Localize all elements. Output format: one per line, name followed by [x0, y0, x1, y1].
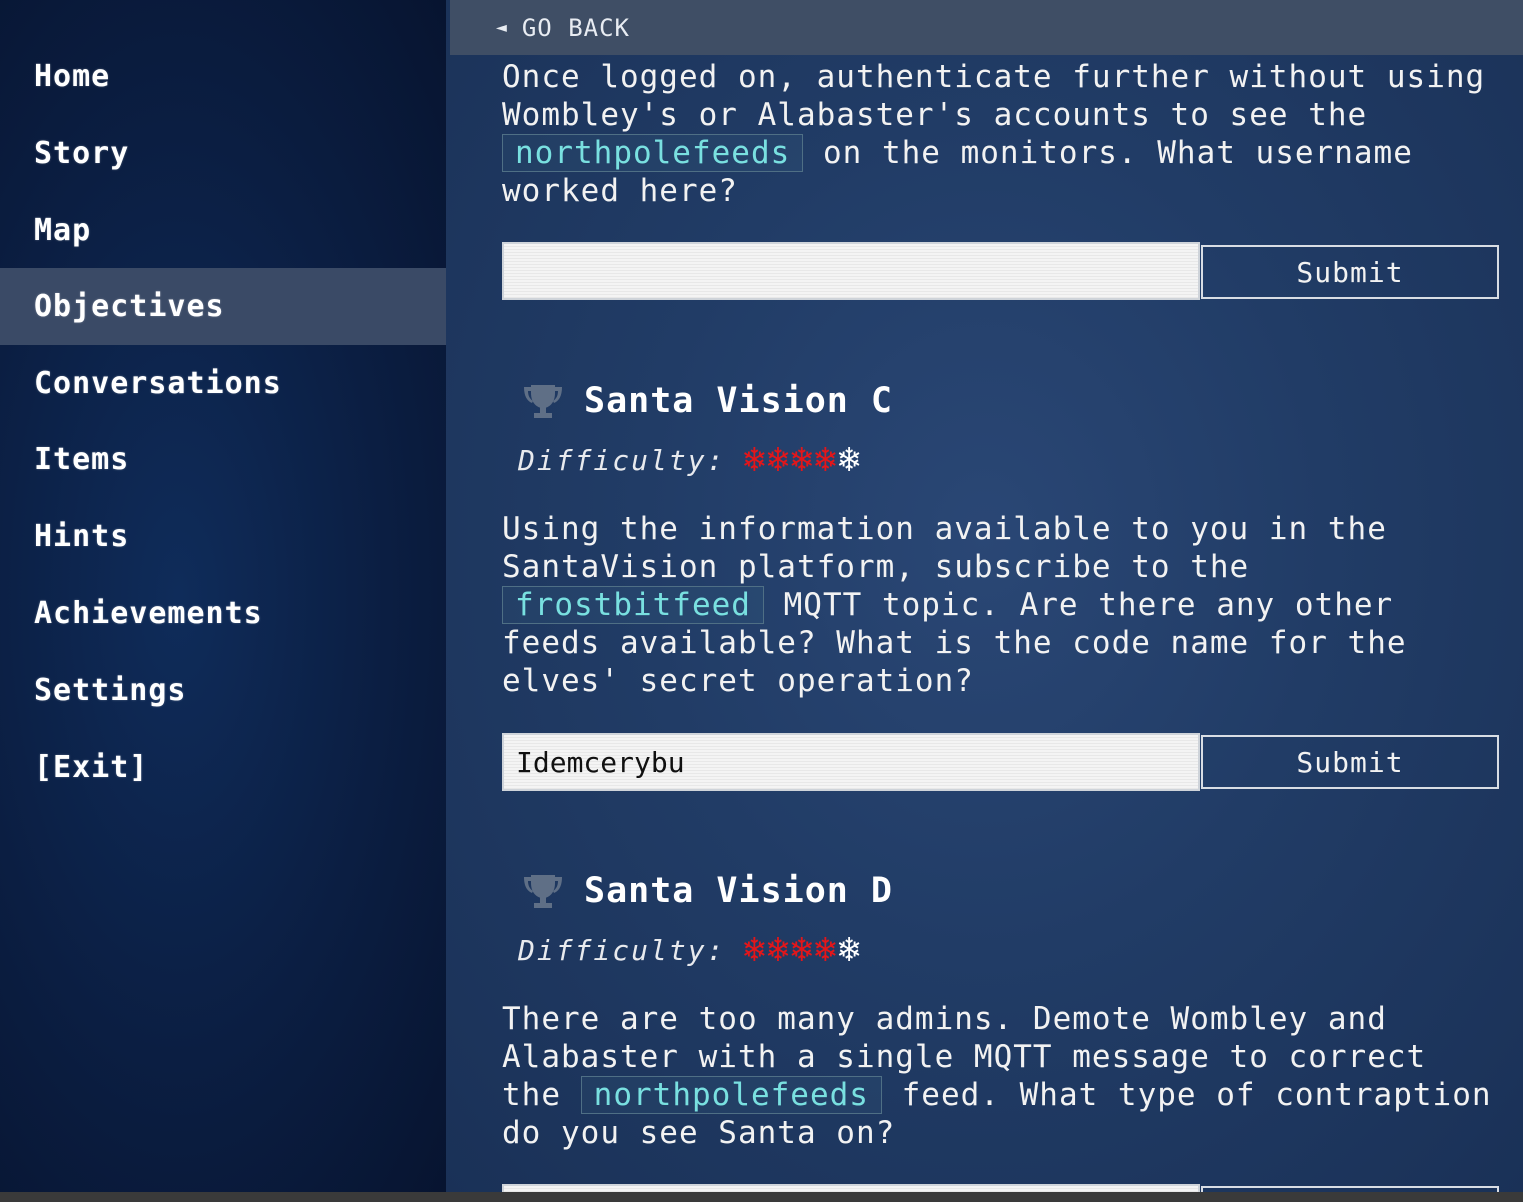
snowflake-icon: ❄ [814, 929, 839, 970]
difficulty-label: Difficulty: [518, 933, 726, 967]
objective-c-answer-input[interactable] [502, 733, 1200, 791]
sidebar-item-label: Settings [34, 673, 187, 708]
sidebar-item-items[interactable]: Items [0, 421, 446, 498]
submit-label: Submit [1296, 255, 1404, 289]
objective-d-title: Santa Vision D [584, 871, 894, 911]
sidebar-item-label: Map [34, 213, 92, 248]
snowflake-icon: ❄ [838, 439, 862, 480]
objective-c-difficulty: Difficulty: ❄ ❄ ❄ ❄ ❄ [518, 440, 862, 480]
objective-b-description: Once logged on, authenticate further wit… [502, 58, 1502, 210]
objective-c-header: Santa Vision C [522, 376, 893, 426]
snowflake-icon: ❄ [838, 929, 862, 970]
sidebar: Home Story Map Objectives Conversations … [0, 0, 446, 1192]
submit-label: Submit [1296, 745, 1404, 779]
difficulty-label: Difficulty: [518, 443, 726, 477]
difficulty-rating: ❄ ❄ ❄ ❄ ❄ [743, 932, 861, 968]
objective-d-answer-input[interactable] [502, 1184, 1200, 1192]
sidebar-item-objectives[interactable]: Objectives [0, 268, 446, 345]
sidebar-item-conversations[interactable]: Conversations [0, 345, 446, 422]
sidebar-item-label: Objectives [34, 289, 225, 324]
trophy-icon [524, 385, 562, 418]
left-triangle-icon: ◄ [496, 17, 508, 38]
objective-b-submit-button[interactable]: Submit [1201, 245, 1499, 299]
sidebar-item-label: [Exit] [34, 750, 149, 785]
objective-c-code: frostbitfeed [502, 586, 764, 624]
snowflake-icon: ❄ [743, 439, 768, 480]
objective-c-text: Using the information available to you i… [502, 511, 1387, 585]
snowflake-icon: ❄ [814, 439, 839, 480]
snowflake-icon: ❄ [767, 439, 791, 480]
objectives-panel: ◄ GO BACK Once logged on, authenticate f… [446, 0, 1523, 1192]
objective-b-text: Once logged on, authenticate further wit… [502, 59, 1486, 133]
objective-d-difficulty: Difficulty: ❄ ❄ ❄ ❄ ❄ [518, 930, 862, 970]
sidebar-item-settings[interactable]: Settings [0, 652, 446, 729]
objective-c-title: Santa Vision C [584, 381, 894, 421]
objective-c-submit-button[interactable]: Submit [1201, 735, 1499, 789]
objective-d-code: northpolefeeds [580, 1076, 882, 1114]
trophy-icon [524, 875, 562, 908]
go-back-label: GO BACK [521, 13, 630, 42]
sidebar-item-hints[interactable]: Hints [0, 498, 446, 575]
objective-b-answer-input[interactable] [502, 242, 1200, 300]
sidebar-item-home[interactable]: Home [0, 38, 446, 115]
sidebar-item-achievements[interactable]: Achievements [0, 575, 446, 652]
sidebar-item-exit[interactable]: [Exit] [0, 729, 446, 806]
sidebar-item-label: Conversations [34, 366, 282, 401]
snowflake-icon: ❄ [767, 929, 791, 970]
sidebar-item-label: Story [34, 136, 130, 171]
snowflake-icon: ❄ [743, 929, 768, 970]
sidebar-item-label: Hints [34, 519, 130, 554]
sidebar-item-story[interactable]: Story [0, 115, 446, 192]
sidebar-item-map[interactable]: Map [0, 192, 446, 269]
go-back-button[interactable]: ◄ GO BACK [450, 0, 1523, 55]
sidebar-item-label: Achievements [34, 596, 263, 631]
sidebar-item-label: Home [34, 59, 111, 94]
bottom-strip [0, 1192, 1523, 1202]
snowflake-icon: ❄ [790, 439, 815, 480]
snowflake-icon: ❄ [790, 929, 815, 970]
objective-c-description: Using the information available to you i… [502, 510, 1502, 700]
objective-b-code: northpolefeeds [502, 134, 804, 172]
objective-d-header: Santa Vision D [522, 866, 893, 916]
objective-d-description: There are too many admins. Demote Womble… [502, 1000, 1502, 1152]
difficulty-rating: ❄ ❄ ❄ ❄ ❄ [743, 442, 861, 478]
sidebar-item-label: Items [34, 442, 130, 477]
